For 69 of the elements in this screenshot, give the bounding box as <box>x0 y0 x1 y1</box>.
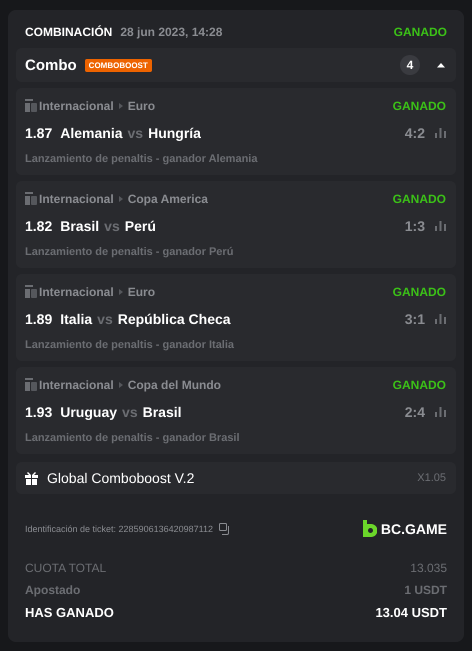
total-label: CUOTA TOTAL <box>25 561 106 575</box>
bet-date: 28 jun 2023, 14:28 <box>120 25 222 39</box>
odds: 1.82 <box>25 218 52 234</box>
league-name: Euro <box>128 99 156 113</box>
stats-icon[interactable] <box>435 314 446 324</box>
chevron-icon <box>118 103 123 109</box>
odds: 1.87 <box>25 125 52 141</box>
versus-label: vs <box>122 404 138 420</box>
total-value: 1 USDT <box>404 583 447 597</box>
versus-label: vs <box>128 125 144 141</box>
selection-status: GANADO <box>392 378 446 392</box>
total-label: HAS GANADO <box>25 605 114 620</box>
team-name: República Checa <box>118 311 231 327</box>
market-label: Lanzamiento de penaltis - ganador Perú <box>25 246 234 258</box>
league-path: Internacional <box>39 99 114 113</box>
odds: 1.93 <box>25 404 52 420</box>
league-logo-icon <box>25 99 37 113</box>
combo-bar[interactable]: Combo COMBOBOOST 4 <box>16 48 456 82</box>
chevron-icon <box>118 196 123 202</box>
boost-multiplier: X1.05 <box>417 472 446 484</box>
score: 1:3 <box>404 218 425 234</box>
team-name: Brasil <box>142 404 182 420</box>
league-logo-icon <box>25 192 37 206</box>
stats-icon[interactable] <box>435 407 446 417</box>
logo-icon <box>362 520 377 537</box>
market-label: Lanzamiento de penaltis - ganador Brasil <box>25 432 240 444</box>
team-name: Alemania <box>60 125 122 141</box>
market-label: Lanzamiento de penaltis - ganador Alemania <box>25 153 258 165</box>
caret-icon[interactable] <box>436 62 446 68</box>
league-path: Internacional <box>39 192 114 206</box>
team-name: Uruguay <box>60 404 118 420</box>
selection-status: GANADO <box>392 99 446 113</box>
versus-label: vs <box>97 311 113 327</box>
stats-icon[interactable] <box>435 221 446 231</box>
league-name: Copa America <box>128 192 208 206</box>
combo-label: Combo <box>25 56 77 74</box>
selection-count: 4 <box>400 55 420 75</box>
copy-icon[interactable] <box>219 522 231 534</box>
team-name: Hungría <box>148 125 201 141</box>
comboboost-badge: COMBOBOOST <box>84 58 152 72</box>
league-logo-icon <box>25 285 37 299</box>
league-logo-icon <box>25 378 37 392</box>
odds: 1.89 <box>25 311 52 327</box>
boost-label: Global Comboboost V.2 <box>47 470 194 486</box>
bet-status: GANADO <box>394 25 447 39</box>
chevron-icon <box>118 382 123 388</box>
total-value: 13.04 USDT <box>375 605 447 620</box>
total-label: Apostado <box>25 583 80 597</box>
score: 3:1 <box>404 311 425 327</box>
chevron-icon <box>118 289 123 295</box>
score: 4:2 <box>404 125 425 141</box>
total-value: 13.035 <box>410 561 447 575</box>
league-path: Internacional <box>39 378 114 392</box>
league-path: Internacional <box>39 285 114 299</box>
ticket-id: Identificación de ticket: 2285906136420987112 <box>25 524 213 534</box>
team-name: Perú <box>124 218 156 234</box>
league-name: Copa del Mundo <box>128 378 222 392</box>
team-name: Italia <box>60 311 92 327</box>
team-name: Brasil <box>60 218 100 234</box>
versus-label: vs <box>104 218 120 234</box>
bet-type: COMBINACIÓN <box>25 25 112 39</box>
selection-status: GANADO <box>392 192 446 206</box>
brand-name: BC.GAME <box>380 520 447 536</box>
selection-status: GANADO <box>392 285 446 299</box>
league-name: Euro <box>128 285 156 299</box>
stats-icon[interactable] <box>435 128 446 138</box>
score: 2:4 <box>404 404 425 420</box>
market-label: Lanzamiento de penaltis - ganador Italia <box>25 339 234 351</box>
gift-icon <box>25 472 38 484</box>
